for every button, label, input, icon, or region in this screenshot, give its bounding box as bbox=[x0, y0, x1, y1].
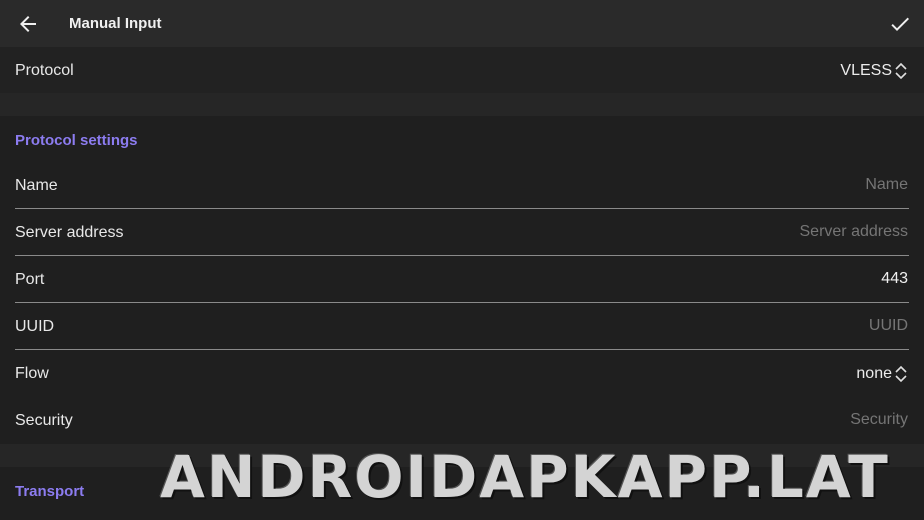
protocol-selector[interactable]: Protocol VLESS bbox=[0, 47, 924, 93]
unfold-icon bbox=[895, 365, 907, 383]
app-bar: Manual Input bbox=[0, 0, 924, 47]
section-title-transport: Transport bbox=[15, 483, 85, 500]
protocol-dropdown[interactable]: VLESS bbox=[840, 61, 908, 81]
uuid-input[interactable] bbox=[508, 317, 908, 335]
name-field-row: Name bbox=[0, 162, 924, 209]
server-address-input[interactable] bbox=[508, 223, 908, 241]
page-title: Manual Input bbox=[69, 15, 162, 32]
server-address-field-row: Server address bbox=[0, 209, 924, 256]
section-spacer bbox=[0, 93, 924, 116]
flow-value: none bbox=[856, 365, 892, 382]
name-label: Name bbox=[15, 177, 58, 194]
uuid-field-row: UUID bbox=[0, 303, 924, 350]
check-icon[interactable] bbox=[888, 12, 912, 36]
security-field-row[interactable]: Security bbox=[0, 397, 924, 444]
arrow-left-icon[interactable] bbox=[16, 12, 40, 36]
flow-field-row[interactable]: Flow none bbox=[0, 350, 924, 397]
protocol-value: VLESS bbox=[840, 62, 892, 79]
watermark-text: ANDROIDAPKAPP.LAT bbox=[160, 443, 890, 511]
flow-label: Flow bbox=[15, 365, 49, 382]
protocol-label: Protocol bbox=[15, 62, 74, 79]
unfold-icon bbox=[895, 62, 907, 80]
security-label: Security bbox=[15, 412, 73, 429]
protocol-settings-section: Protocol settings Name Server address Po… bbox=[0, 116, 924, 444]
port-label: Port bbox=[15, 271, 45, 288]
flow-dropdown[interactable]: none bbox=[856, 364, 908, 384]
section-title-protocol-settings: Protocol settings bbox=[15, 132, 138, 149]
server-address-label: Server address bbox=[15, 224, 124, 241]
uuid-label: UUID bbox=[15, 318, 55, 335]
port-field-row: Port bbox=[0, 256, 924, 303]
security-input[interactable] bbox=[508, 411, 908, 429]
name-input[interactable] bbox=[508, 176, 908, 194]
port-input[interactable] bbox=[508, 270, 908, 288]
